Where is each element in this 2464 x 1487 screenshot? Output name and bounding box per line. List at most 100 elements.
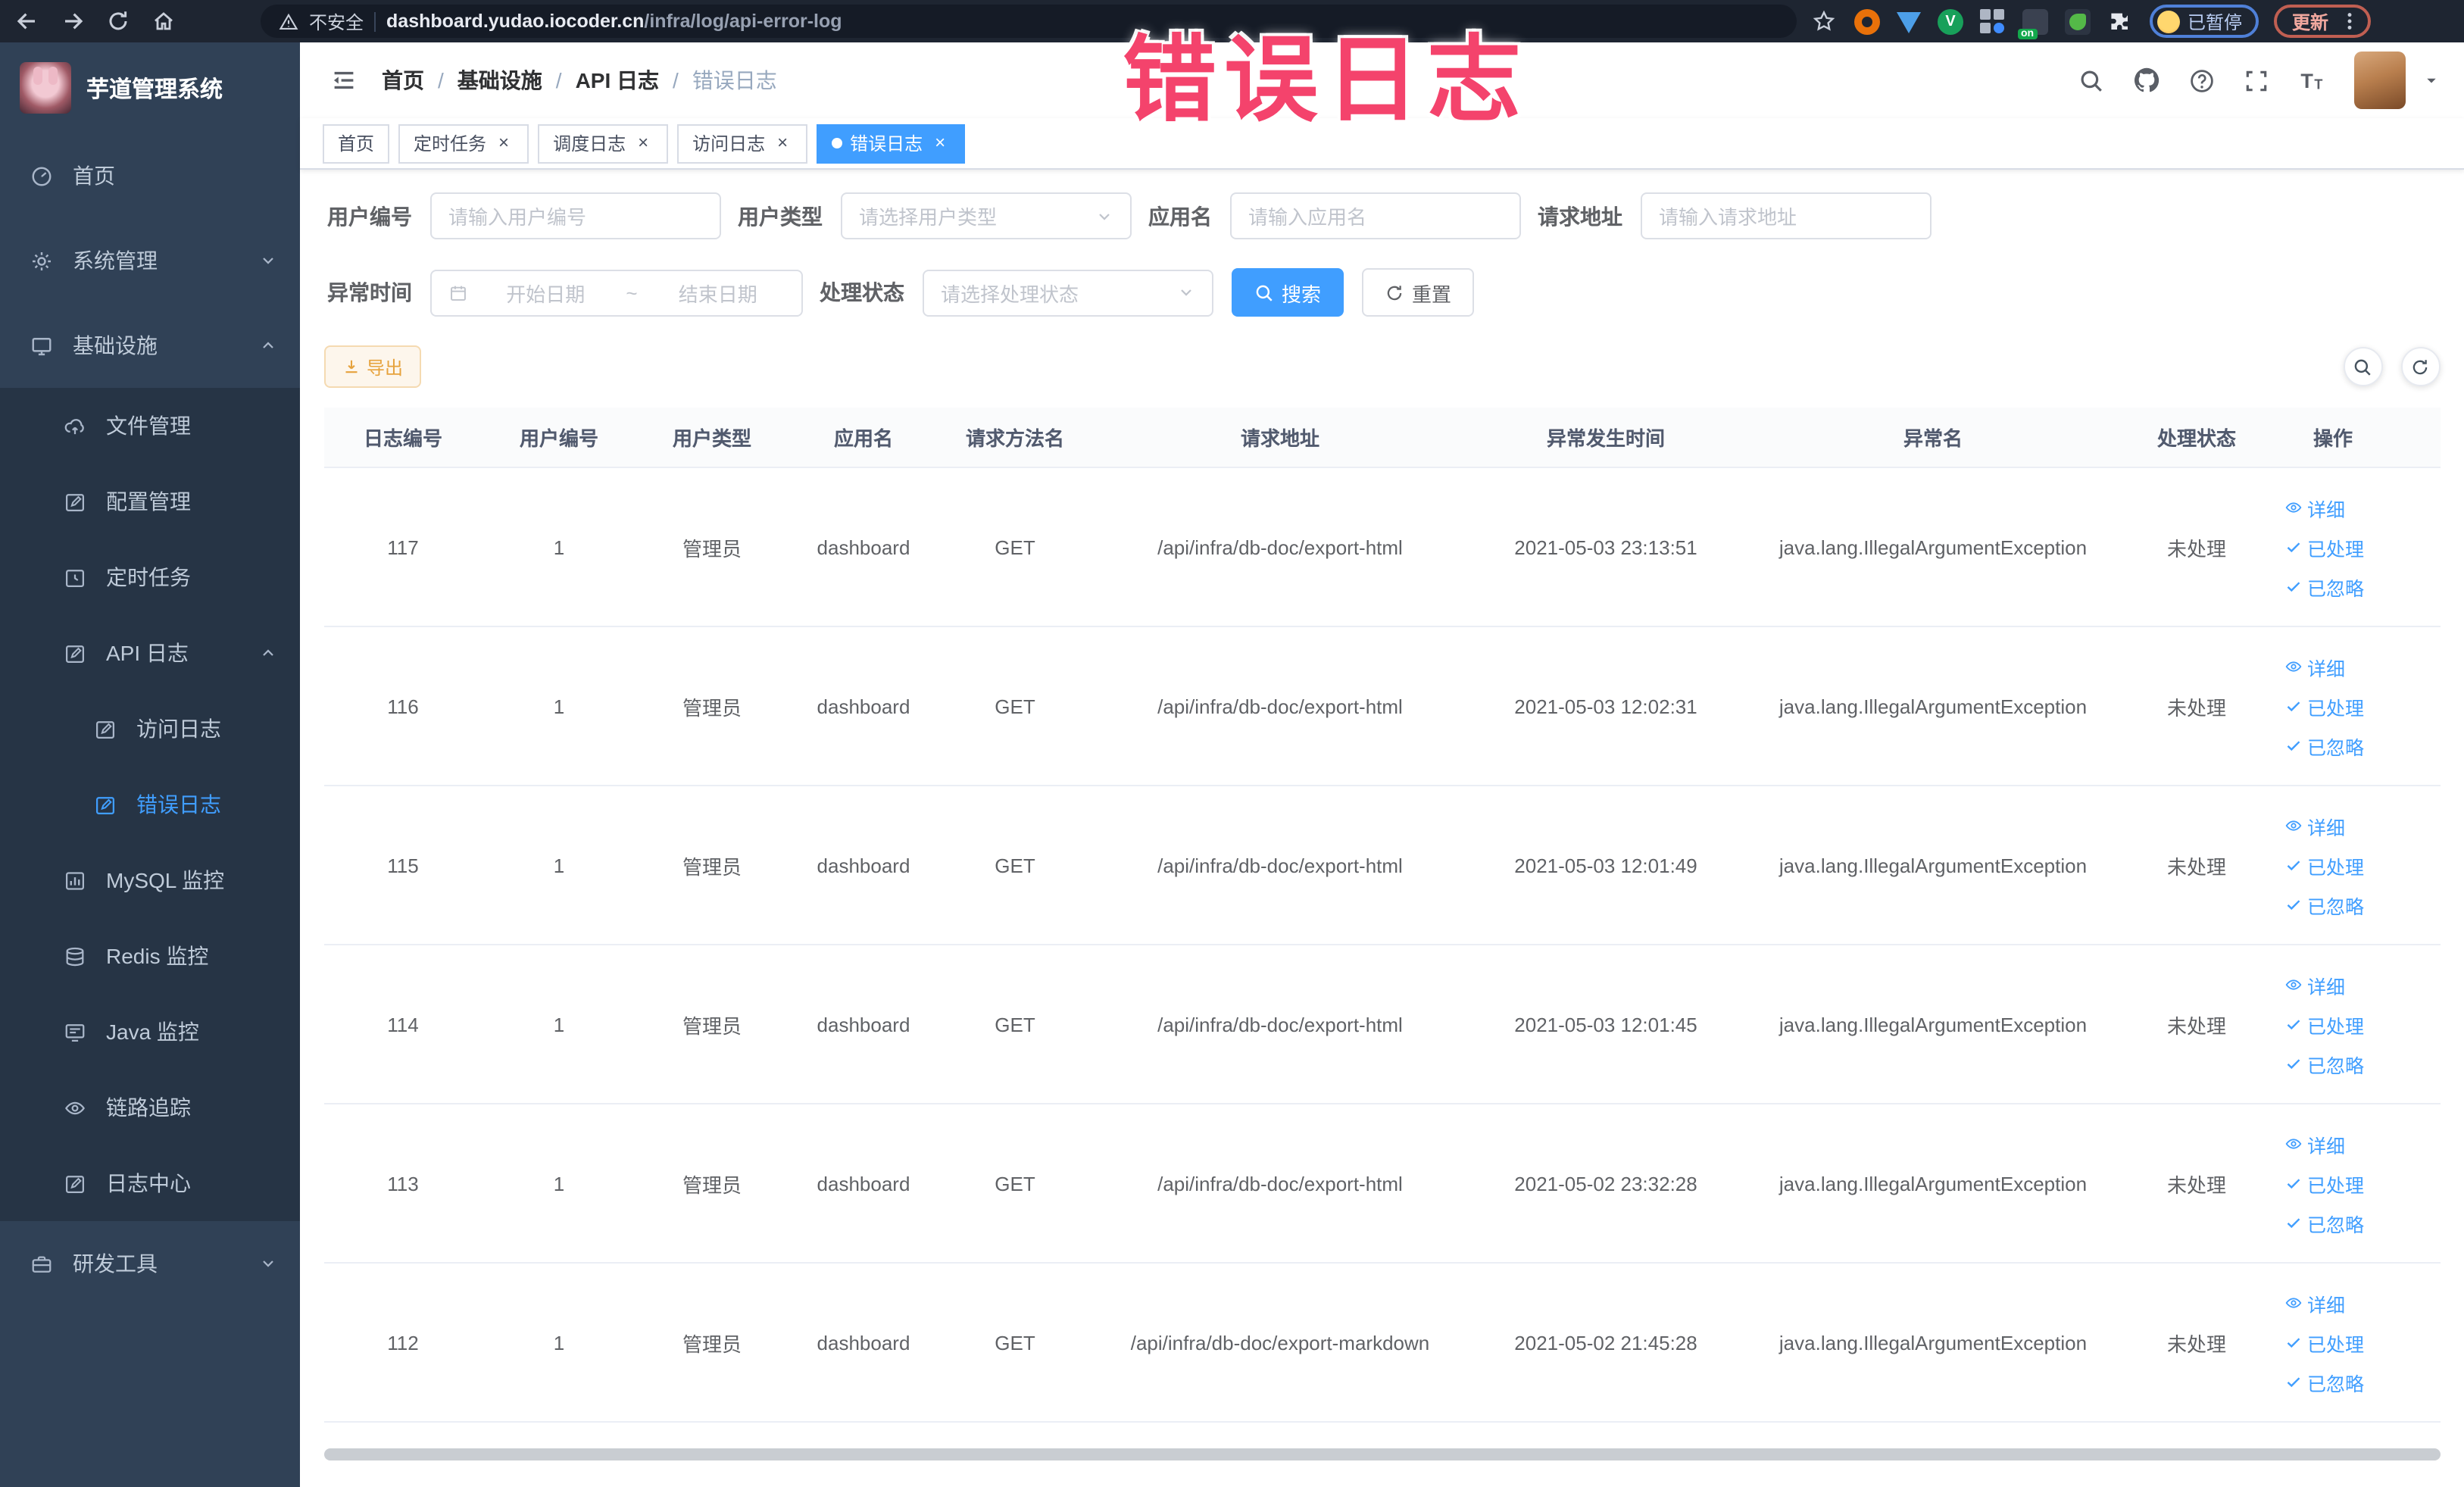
search-icon	[2353, 357, 2372, 376]
cell-method: GET	[995, 1172, 1035, 1195]
browser-update-menu-button[interactable]: 更新	[2274, 5, 2372, 38]
user-avatar[interactable]	[2353, 52, 2405, 109]
check-icon	[2284, 895, 2303, 914]
tab-error-log[interactable]: 错误日志 ×	[817, 123, 966, 163]
sidebar-item-access-log[interactable]: 访问日志	[0, 691, 300, 767]
extension-icon[interactable]: on	[2018, 8, 2048, 39]
breadcrumb-item[interactable]: API 日志	[576, 65, 659, 95]
column-header: 异常名	[1903, 427, 1963, 450]
extension-icon[interactable]	[2065, 8, 2091, 34]
action-processed-link[interactable]: 已处理	[2284, 533, 2364, 561]
search-icon[interactable]	[2078, 67, 2103, 93]
breadcrumb-separator: /	[555, 68, 562, 92]
table-header: 日志编号 用户编号 用户类型 应用名 请求方法名 请求地址 异常发生时间 异常名…	[324, 408, 2440, 468]
action-ignored-link[interactable]: 已忽略	[2284, 731, 2364, 760]
request-url-input[interactable]: 请输入请求地址	[1641, 192, 1932, 239]
action-ignored-link[interactable]: 已忽略	[2284, 1208, 2364, 1237]
action-ignored-link[interactable]: 已忽略	[2284, 1049, 2364, 1078]
cell-status: 未处理	[2166, 696, 2226, 719]
action-detail-link[interactable]: 详细	[2284, 970, 2345, 999]
action-processed-link[interactable]: 已处理	[2284, 1010, 2364, 1039]
refresh-icon	[1385, 283, 1404, 302]
sidebar-item-java-monitor[interactable]: Java 监控	[0, 994, 300, 1070]
tab-scheduled-tasks[interactable]: 定时任务 ×	[398, 123, 529, 163]
action-processed-link[interactable]: 已处理	[2284, 1169, 2364, 1198]
action-detail-link[interactable]: 详细	[2284, 811, 2345, 840]
action-processed-link[interactable]: 已处理	[2284, 692, 2364, 720]
action-ignored-link[interactable]: 已忽略	[2284, 1367, 2364, 1396]
cell-exception-time: 2021-05-02 21:45:28	[1514, 1331, 1697, 1354]
breadcrumb-item[interactable]: 首页	[382, 65, 424, 95]
action-detail-link[interactable]: 详细	[2284, 493, 2345, 522]
export-button[interactable]: 导出	[324, 345, 422, 388]
browser-forward-icon[interactable]	[61, 9, 85, 33]
tab-close-icon[interactable]: ×	[930, 133, 950, 153]
tab-schedule-log[interactable]: 调度日志 ×	[538, 123, 669, 163]
breadcrumb-separator: /	[673, 68, 679, 92]
sidebar-item-infrastructure[interactable]: 基础设施	[0, 303, 300, 388]
sidebar-item-api-log[interactable]: API 日志	[0, 615, 300, 691]
table-search-toggle-button[interactable]	[2343, 347, 2382, 386]
sidebar-item-file-management[interactable]: 文件管理	[0, 388, 300, 464]
eye-icon	[2284, 498, 2303, 517]
action-detail-link[interactable]: 详细	[2284, 1289, 2345, 1317]
action-ignored-link[interactable]: 已忽略	[2284, 890, 2364, 919]
cell-exception-time: 2021-05-02 23:32:28	[1514, 1172, 1697, 1195]
caret-down-icon[interactable]	[2422, 71, 2440, 89]
sidebar-item-label: 基础设施	[73, 333, 158, 358]
extension-icon[interactable]	[1980, 8, 2006, 34]
tab-close-icon[interactable]: ×	[633, 133, 653, 153]
user-id-input[interactable]: 请输入用户编号	[430, 192, 721, 239]
help-icon[interactable]	[2188, 67, 2214, 93]
date-range-input[interactable]: 开始日期 ~ 结束日期	[430, 269, 803, 316]
sidebar-item-log-center[interactable]: 日志中心	[0, 1145, 300, 1221]
sidebar-item-mysql-monitor[interactable]: MySQL 监控	[0, 842, 300, 918]
cell-log-id: 116	[387, 695, 419, 717]
sidebar-item-home[interactable]: 首页	[0, 133, 300, 218]
bookmark-star-icon[interactable]	[1812, 9, 1836, 33]
app-name-input[interactable]: 请输入应用名	[1230, 192, 1521, 239]
tab-access-log[interactable]: 访问日志 ×	[677, 123, 808, 163]
tab-home[interactable]: 首页	[323, 123, 390, 163]
sidebar-item-trace[interactable]: 链路追踪	[0, 1070, 300, 1145]
horizontal-scrollbar[interactable]	[324, 1448, 2440, 1460]
sidebar-item-dev-tools[interactable]: 研发工具	[0, 1221, 300, 1306]
action-processed-link[interactable]: 已处理	[2284, 851, 2364, 879]
github-icon[interactable]	[2132, 67, 2160, 94]
action-ignored-link[interactable]: 已忽略	[2284, 572, 2364, 601]
column-header: 应用名	[833, 427, 893, 450]
action-detail-link[interactable]: 详细	[2284, 652, 2345, 681]
sidebar-item-redis-monitor[interactable]: Redis 监控	[0, 918, 300, 994]
action-processed-link[interactable]: 已处理	[2284, 1328, 2364, 1357]
app-logo[interactable]: 芋道管理系统	[0, 42, 300, 133]
sidebar-item-system-management[interactable]: 系统管理	[0, 218, 300, 303]
tab-close-icon[interactable]: ×	[494, 133, 514, 153]
address-bar[interactable]: 不安全 dashboard.yudao.iocoder.cn/infra/log…	[261, 5, 1797, 38]
action-detail-link[interactable]: 详细	[2284, 1129, 2345, 1158]
sidebar-item-config-management[interactable]: 配置管理	[0, 464, 300, 539]
tab-close-icon[interactable]: ×	[773, 133, 792, 153]
extensions-puzzle-icon[interactable]	[2107, 9, 2131, 33]
sidebar-item-scheduled-tasks[interactable]: 定时任务	[0, 539, 300, 615]
column-header: 异常发生时间	[1546, 427, 1665, 450]
table-refresh-button[interactable]	[2400, 347, 2440, 386]
profile-avatar	[2157, 10, 2180, 33]
user-type-select[interactable]: 请选择用户类型	[841, 192, 1132, 239]
browser-reload-icon[interactable]	[106, 9, 130, 33]
tab-label: 首页	[338, 133, 375, 155]
hamburger-icon[interactable]	[330, 67, 358, 94]
extension-icon[interactable]	[1854, 8, 1880, 34]
browser-profile-button[interactable]: 已暂停	[2150, 5, 2259, 38]
fullscreen-icon[interactable]	[2243, 67, 2269, 93]
sidebar-item-error-log[interactable]: 错误日志	[0, 767, 300, 842]
breadcrumb-item[interactable]: 基础设施	[458, 65, 542, 95]
search-button[interactable]: 搜索	[1232, 268, 1344, 317]
browser-back-icon[interactable]	[15, 9, 39, 33]
extension-icon[interactable]: V	[1938, 8, 1963, 34]
browser-home-icon[interactable]	[151, 9, 176, 33]
font-size-icon[interactable]	[2297, 67, 2325, 94]
process-status-select[interactable]: 请选择处理状态	[923, 269, 1213, 316]
reset-button[interactable]: 重置	[1362, 268, 1475, 317]
extension-icon[interactable]	[1897, 12, 1921, 33]
sidebar-item-label: 研发工具	[73, 1251, 158, 1276]
